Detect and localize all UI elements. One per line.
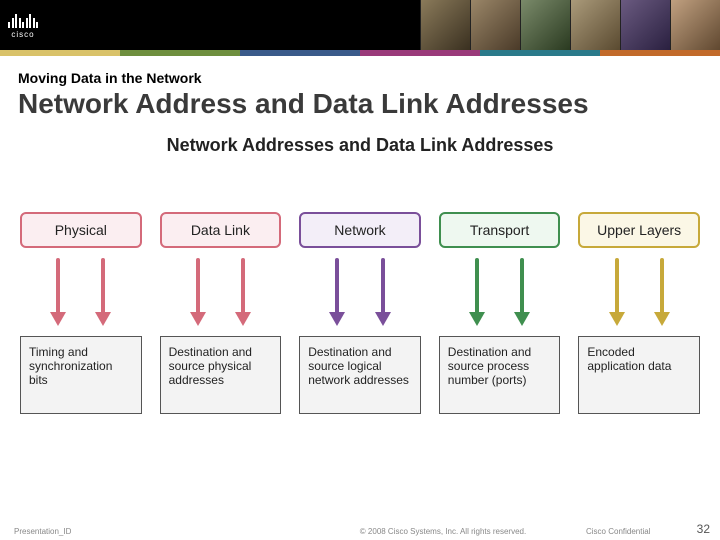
down-arrow-icon xyxy=(51,258,65,328)
down-arrow-icon xyxy=(96,258,110,328)
down-arrow-icon xyxy=(236,258,250,328)
layers-row: Physical Data Link Network Transport Upper L… xyxy=(18,212,702,248)
banner-photo xyxy=(670,0,720,50)
layer-label: Data Link xyxy=(191,222,250,238)
arrow-cell xyxy=(20,258,142,328)
banner-photo xyxy=(570,0,620,50)
layer-description: Encoded application data xyxy=(578,336,700,414)
layer-description: Destination and source process number (p… xyxy=(439,336,561,414)
footer-copyright: © 2008 Cisco Systems, Inc. All rights re… xyxy=(300,527,586,536)
slide-eyebrow: Moving Data in the Network xyxy=(18,70,720,86)
arrow-cell xyxy=(299,258,421,328)
banner-photo xyxy=(520,0,570,50)
layer-label: Network xyxy=(334,222,385,238)
banner-photo xyxy=(420,0,470,50)
layer-description: Destination and source physical addresse… xyxy=(160,336,282,414)
footer-confidential: Cisco Confidential xyxy=(586,527,706,536)
brand-name: cisco xyxy=(11,30,34,39)
layer-box: Data Link xyxy=(160,212,282,248)
slide-title: Network Address and Data Link Addresses xyxy=(18,88,720,120)
banner-photo xyxy=(620,0,670,50)
layer-label: Transport xyxy=(470,222,529,238)
descriptions-row: Timing and synchronization bitsDestinati… xyxy=(18,336,702,414)
footer-presentation-id: Presentation_ID xyxy=(14,527,300,536)
arrow-cell xyxy=(578,258,700,328)
cisco-logo: cisco xyxy=(8,12,38,39)
layer-box: Physical xyxy=(20,212,142,248)
content-title: Network Addresses and Data Link Addresse… xyxy=(18,135,702,156)
slide-content: Network Addresses and Data Link Addresse… xyxy=(18,135,702,414)
down-arrow-icon xyxy=(610,258,624,328)
down-arrow-icon xyxy=(330,258,344,328)
down-arrow-icon xyxy=(191,258,205,328)
layer-description: Timing and synchronization bits xyxy=(20,336,142,414)
down-arrow-icon xyxy=(655,258,669,328)
slide-footer: Presentation_ID © 2008 Cisco Systems, In… xyxy=(0,527,720,536)
layer-box: Transport xyxy=(439,212,561,248)
layer-box: Upper Layers xyxy=(578,212,700,248)
photo-strip xyxy=(420,0,720,50)
down-arrow-icon xyxy=(515,258,529,328)
layer-box: Network xyxy=(299,212,421,248)
footer-page-number: 32 xyxy=(697,522,710,536)
accent-stripe xyxy=(0,50,720,56)
layer-label: Physical xyxy=(55,222,107,238)
layer-description: Destination and source logical network a… xyxy=(299,336,421,414)
layer-label: Upper Layers xyxy=(597,222,681,238)
down-arrow-icon xyxy=(470,258,484,328)
top-banner: cisco xyxy=(0,0,720,50)
banner-photo xyxy=(470,0,520,50)
cisco-bars-icon xyxy=(8,12,38,28)
arrow-cell xyxy=(439,258,561,328)
arrow-cell xyxy=(160,258,282,328)
down-arrow-icon xyxy=(376,258,390,328)
arrows-row xyxy=(18,258,702,328)
